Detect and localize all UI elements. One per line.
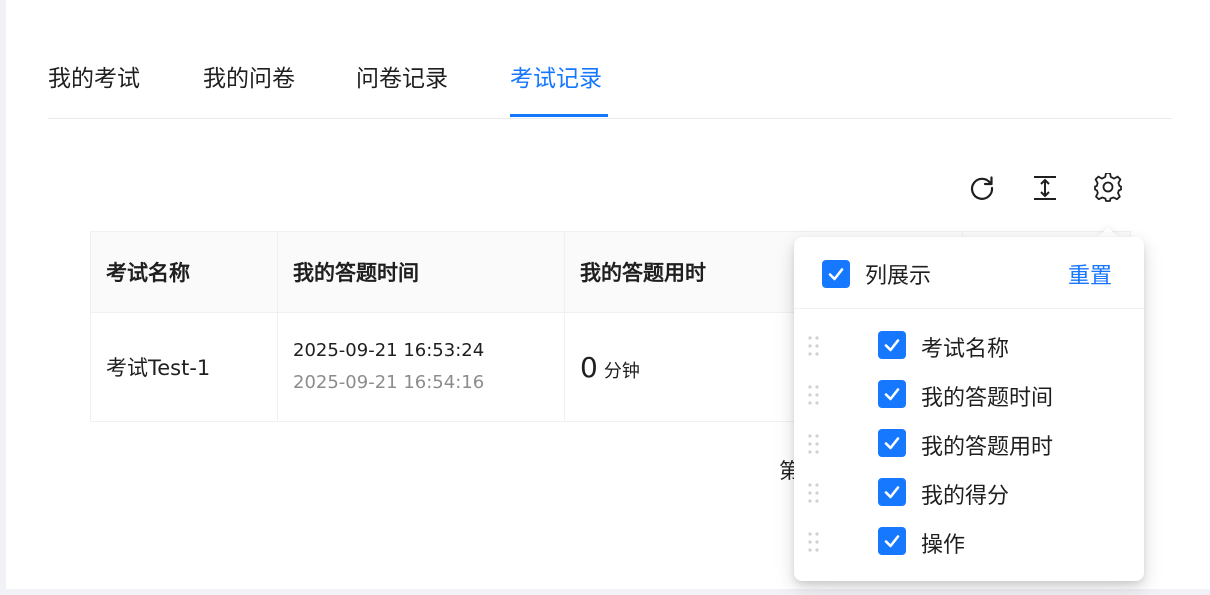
column-option-label: 我的答题时间 (921, 386, 1054, 411)
drag-handle-icon[interactable] (806, 433, 822, 455)
drag-handle-icon[interactable] (806, 482, 822, 504)
setting-icon[interactable] (1092, 172, 1124, 204)
duration-unit: 分钟 (603, 360, 640, 382)
tab-exam-records[interactable]: 考试记录 (510, 62, 602, 96)
drag-handle-icon[interactable] (806, 531, 822, 553)
column-option-label: 我的答题用时 (921, 435, 1054, 460)
column-checkbox[interactable] (878, 380, 906, 408)
column-option-answer-duration[interactable]: 我的答题用时 (794, 423, 1144, 463)
check-icon (884, 486, 900, 499)
tab-my-exams[interactable]: 我的考试 (48, 62, 140, 96)
column-option-label: 考试名称 (921, 337, 1010, 362)
cell-exam-name: 考试Test-1 (90, 312, 278, 422)
column-checkbox[interactable] (878, 331, 906, 359)
check-icon (884, 535, 900, 548)
column-option-actions[interactable]: 操作 (794, 521, 1144, 561)
column-option-answer-time[interactable]: 我的答题时间 (794, 374, 1144, 414)
check-icon (828, 268, 844, 281)
column-settings-header: 列展示 重置 (794, 237, 1144, 309)
drag-handle-icon[interactable] (806, 384, 822, 406)
check-icon (884, 388, 900, 401)
tab-my-surveys[interactable]: 我的问卷 (203, 62, 295, 96)
column-checkbox[interactable] (878, 478, 906, 506)
column-option-exam-name[interactable]: 考试名称 (794, 325, 1144, 365)
column-option-label: 操作 (921, 533, 966, 558)
cell-answer-time: 2025-09-21 16:53:24 2025-09-21 16:54:16 (277, 312, 565, 422)
duration-value: 0 (580, 350, 598, 384)
column-settings-popover: 列展示 重置 考试名称 我的答题时间 我的答题用时 我的得分 操作 (794, 237, 1144, 581)
record-tabs (48, 0, 1172, 119)
column-height-icon[interactable] (1029, 172, 1061, 204)
answer-start-time: 2025-09-21 16:53:24 (293, 340, 485, 361)
reload-icon[interactable] (966, 172, 998, 204)
column-checkbox[interactable] (878, 527, 906, 555)
check-icon (884, 339, 900, 352)
column-header-exam-name[interactable]: 考试名称 (90, 231, 278, 313)
column-header-answer-time[interactable]: 我的答题时间 (277, 231, 565, 313)
select-all-columns-checkbox[interactable] (822, 260, 850, 288)
tab-survey-records[interactable]: 问卷记录 (356, 62, 448, 96)
drag-handle-icon[interactable] (806, 335, 822, 357)
column-settings-title: 列展示 (865, 264, 932, 289)
active-tab-indicator (510, 114, 608, 117)
reset-columns-button[interactable]: 重置 (1068, 258, 1112, 290)
answer-end-time: 2025-09-21 16:54:16 (293, 372, 485, 393)
column-checkbox[interactable] (878, 429, 906, 457)
check-icon (884, 437, 900, 450)
column-option-my-score[interactable]: 我的得分 (794, 472, 1144, 512)
column-option-label: 我的得分 (921, 484, 1010, 509)
